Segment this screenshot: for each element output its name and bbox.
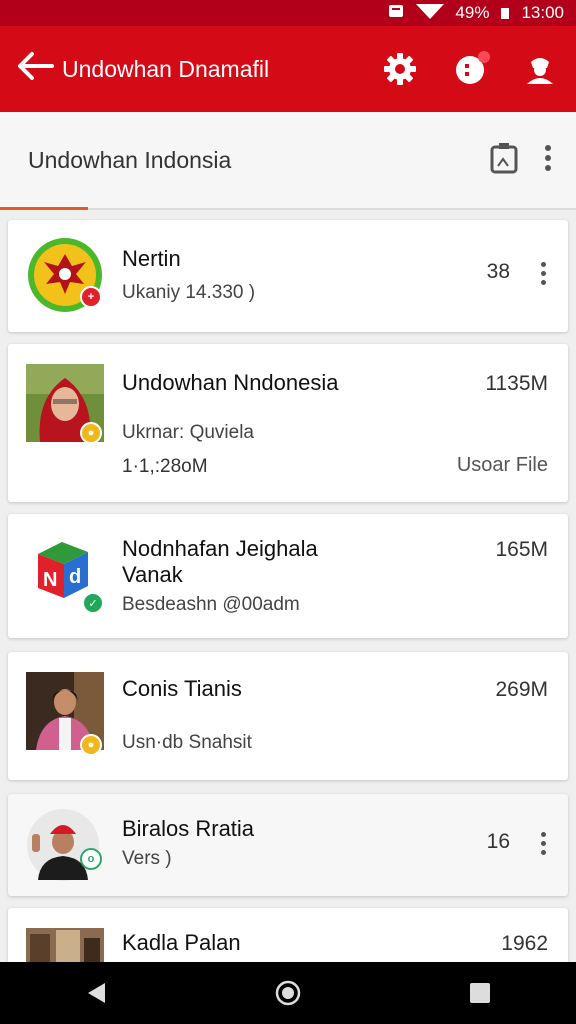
item-subtitle: Usn·db Snahsit — [122, 732, 252, 753]
item-name: Nodnhafan Jeighala — [122, 536, 318, 561]
star-badge-icon: ● — [80, 422, 102, 444]
tab-indicator — [0, 207, 88, 210]
item-subtitle: Vers ) — [122, 848, 172, 869]
app-bar: Undowhan Dnamafil — [0, 26, 576, 112]
section-header: Undowhan Indonsia — [0, 112, 576, 210]
battery-icon — [499, 2, 511, 24]
battery-percent: 49% — [455, 3, 490, 22]
svg-text:d: d — [69, 566, 81, 588]
item-size: 1135M — [485, 372, 548, 395]
back-arrow-icon[interactable] — [16, 51, 62, 87]
item-size: 165M — [495, 538, 548, 561]
status-bar: 49% 13:00 — [0, 0, 576, 26]
notifications-icon[interactable] — [450, 49, 490, 89]
svg-text:N: N — [43, 569, 57, 591]
item-name: Nertin — [122, 246, 181, 271]
list-item[interactable]: o Biralos Rratia Vers ) 16 — [8, 794, 568, 896]
item-count: 38 — [486, 260, 510, 283]
list-item[interactable]: Kadla Palan 1962 — [8, 908, 568, 962]
wifi-icon — [415, 2, 445, 24]
item-name: Kadla Palan — [122, 930, 241, 955]
item-size: 1962 — [501, 932, 548, 955]
more-vert-icon[interactable] — [544, 144, 552, 176]
item-size: 269M — [495, 678, 548, 701]
item-name: Biralos Rratia — [122, 816, 255, 841]
item-name: Conis Tianis — [122, 676, 242, 701]
status-badge-icon: o — [80, 848, 102, 870]
clock: 13:00 — [521, 3, 564, 22]
check-badge-icon: ✓ — [82, 592, 104, 614]
item-name-line2: Vanak — [122, 562, 183, 587]
man-red-hat-avatar — [26, 808, 100, 882]
app-title: Undowhan Dnamafil — [62, 55, 270, 82]
list-item[interactable]: ● Undowhan Nndonesia Ukrnar: Quviela 1·1… — [8, 344, 568, 502]
calendar-icon[interactable] — [490, 142, 518, 179]
item-subtitle: Besdeashn @00adm — [122, 594, 300, 615]
street-scene-thumbnail — [26, 928, 104, 962]
notification-badge — [478, 51, 490, 63]
list-item[interactable]: N d ✓ Nodnhafan Jeighala Vanak Besdeashn… — [8, 514, 568, 638]
recents-nav-icon[interactable] — [450, 968, 510, 1018]
more-vert-icon[interactable] — [536, 832, 550, 855]
item-source: Usoar File — [456, 454, 548, 476]
item-meta: 1·1,:28oM — [122, 456, 208, 477]
list-item[interactable]: ● Conis Tianis Usn·db Snahsit 269M — [8, 652, 568, 780]
list-item[interactable]: + Nertin Ukaniy 14.330 ) 38 — [8, 220, 568, 332]
home-nav-icon[interactable] — [258, 968, 318, 1018]
system-nav-bar — [0, 962, 576, 1024]
profile-icon[interactable] — [520, 49, 560, 89]
gear-icon[interactable] — [380, 49, 420, 89]
section-title: Undowhan Indonsia — [28, 146, 232, 173]
add-badge-icon: + — [80, 286, 102, 308]
notification-icon — [387, 2, 405, 24]
item-subtitle: Ukaniy 14.330 ) — [122, 282, 256, 303]
star-badge-icon: ● — [80, 734, 102, 756]
item-name: Undowhan Nndonesia — [122, 370, 339, 395]
item-count: 16 — [486, 830, 510, 853]
more-vert-icon[interactable] — [536, 262, 550, 285]
back-nav-icon[interactable] — [66, 968, 126, 1018]
item-subtitle: Ukrnar: Quviela — [122, 422, 254, 443]
